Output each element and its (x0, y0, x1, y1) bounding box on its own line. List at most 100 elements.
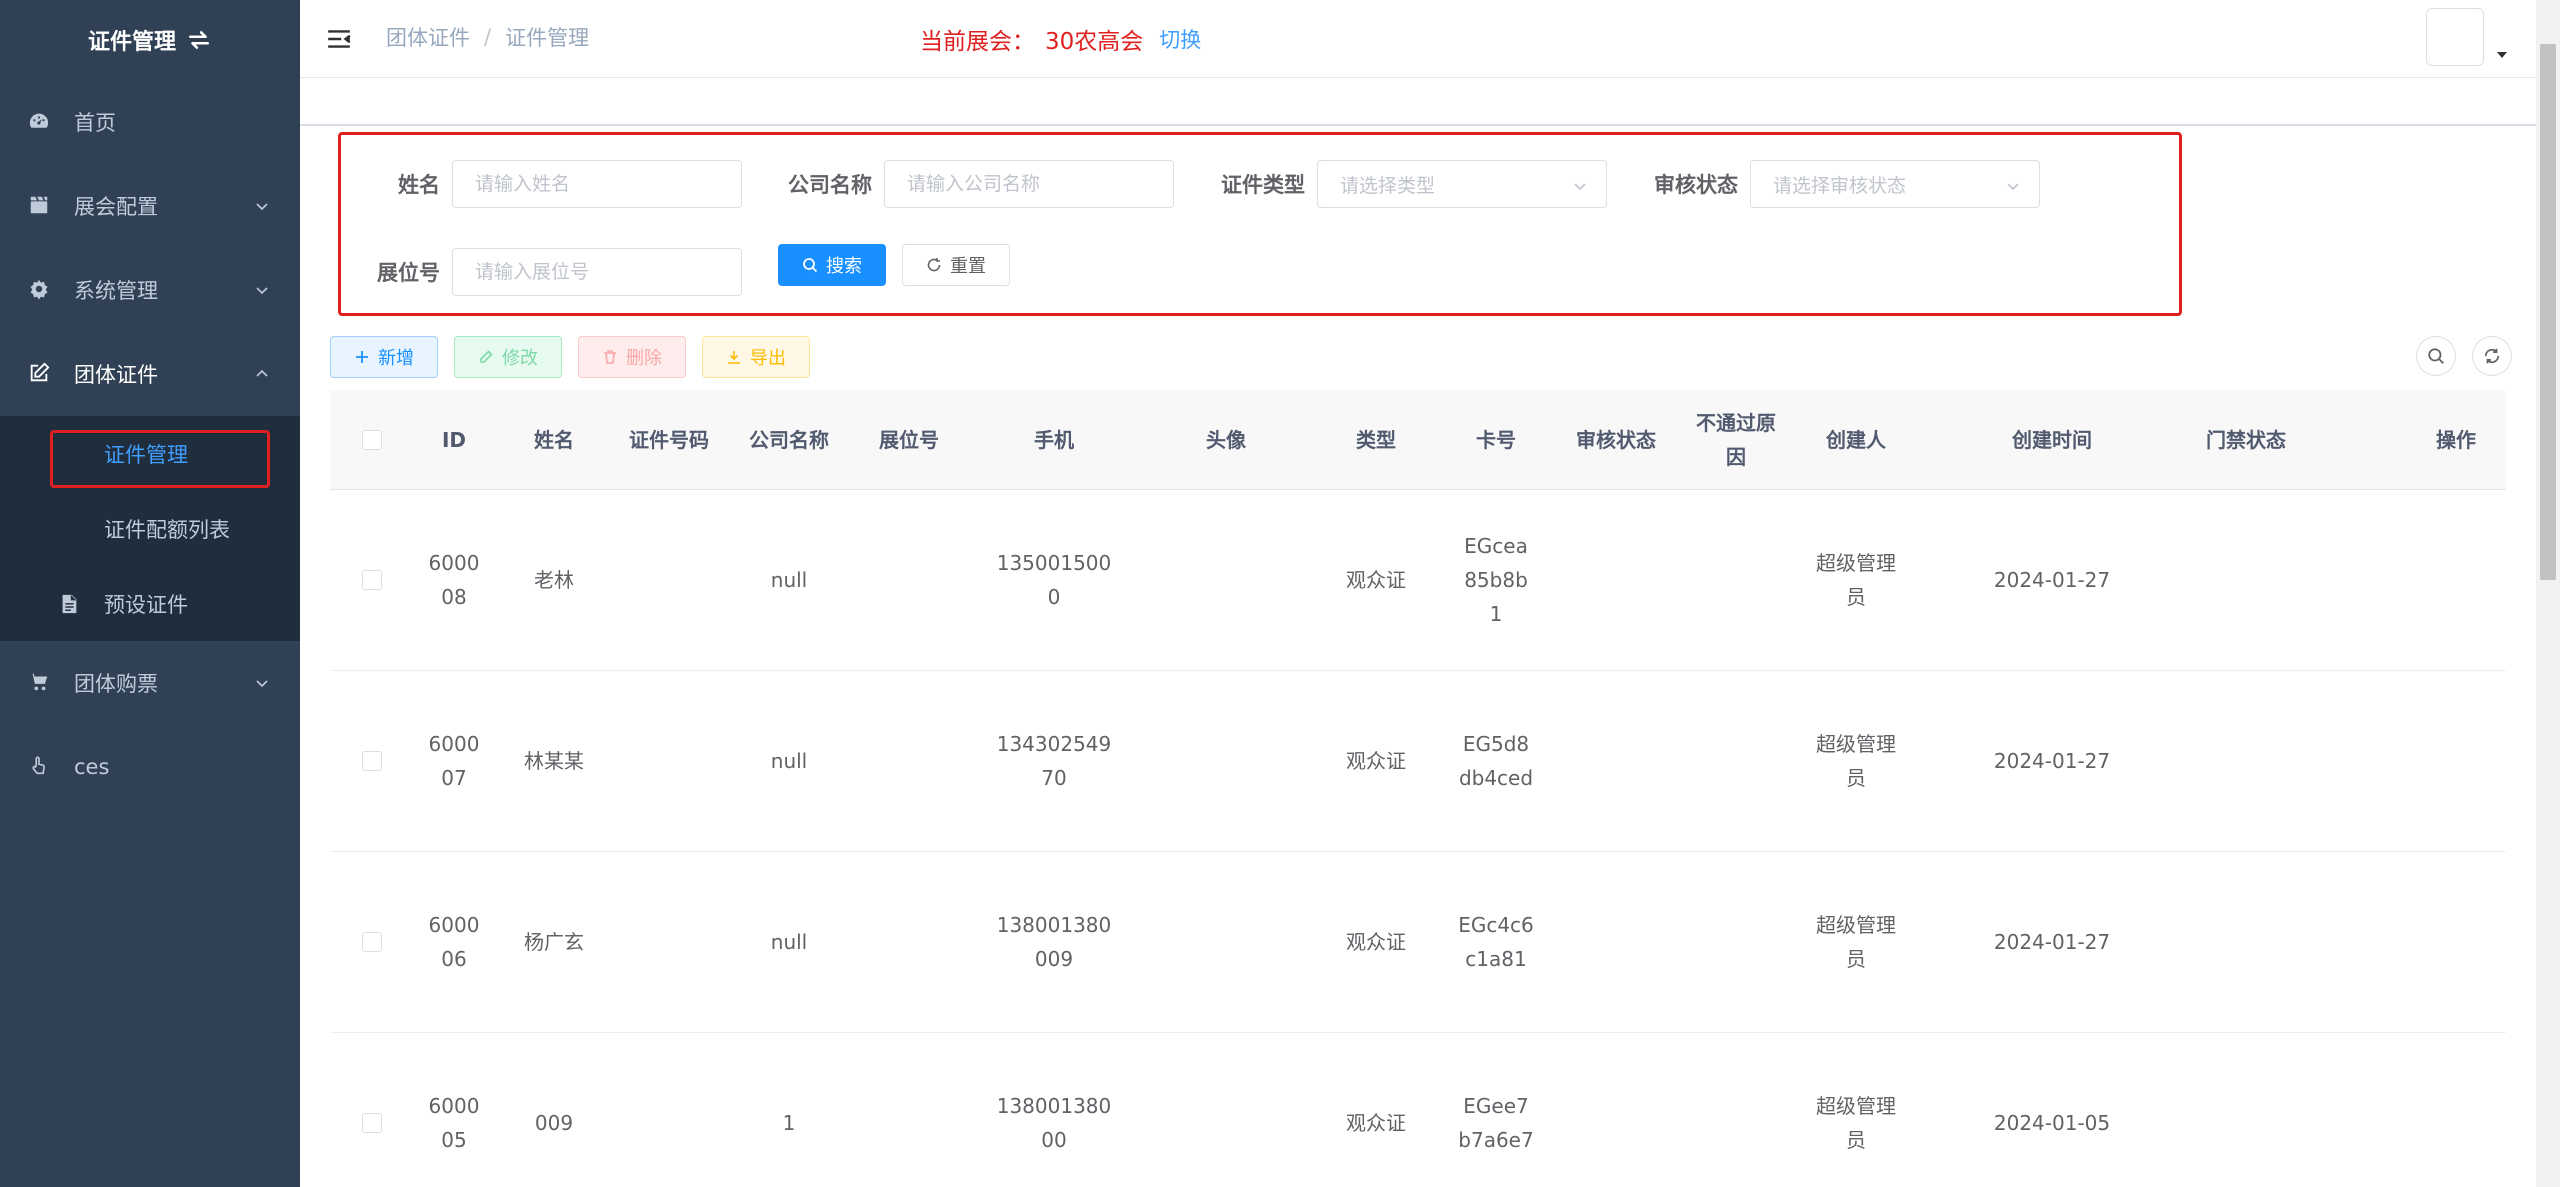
column-header: 审核状态 (1576, 427, 1656, 452)
row-checkbox[interactable] (362, 751, 382, 771)
add-button-label: 新增 (378, 348, 414, 369)
scrollbar-thumb[interactable] (2540, 44, 2556, 580)
cell-creator: 超级管理员 (1816, 913, 1896, 971)
reset-button[interactable]: 重置 (902, 244, 1010, 286)
column-header: 证件号码 (629, 427, 709, 452)
edit-button-label: 修改 (502, 348, 538, 369)
audit-status-select[interactable]: 请选择审核状态 (1750, 160, 2040, 208)
search-button[interactable]: 搜索 (778, 244, 886, 286)
breadcrumb-item[interactable]: 团体证件 (386, 22, 470, 52)
column-header: 不通过原因 (1696, 410, 1776, 469)
sidebar-subitem-label: 证件配额列表 (104, 517, 230, 542)
chevron-down-icon (256, 287, 268, 295)
cell-name: 林某某 (524, 749, 584, 773)
cell-name: 老林 (534, 568, 574, 592)
dashboard-icon (28, 110, 52, 134)
sidebar-item-group-cert[interactable]: 团体证件 (0, 332, 300, 416)
clapper-icon (28, 194, 52, 218)
sidebar-subitem-cert-quota[interactable]: 证件配额列表 (0, 491, 300, 566)
cell-type: 观众证 (1346, 1111, 1406, 1135)
column-header: 展位号 (879, 427, 939, 452)
hand-pointer-icon (28, 755, 52, 779)
cert-type-select[interactable]: 请选择类型 (1317, 160, 1607, 208)
refresh-button[interactable] (2472, 336, 2512, 376)
chevron-up-icon (256, 369, 268, 377)
tags-view-bar (300, 78, 2536, 126)
cell-card-no: EGcea85b8b1 (1464, 534, 1528, 626)
sidebar-logo: 证件管理 (0, 0, 300, 80)
chevron-down-icon (1574, 183, 1586, 191)
table-row: 600005 009 1 13800138000 观众证 EGee7b7a6e7… (330, 1033, 2506, 1187)
plus-icon (356, 351, 368, 363)
sidebar-item-system[interactable]: 系统管理 (0, 248, 300, 332)
sidebar-subitem-cert-manage[interactable]: 证件管理 (0, 416, 300, 491)
cert-type-label: 证件类型 (1221, 173, 1305, 197)
app-root: 证件管理 首页 展会配置 系统管理 团体证件 证件管理 证件配额列表 预设证件 … (0, 0, 2560, 1187)
name-label: 姓名 (398, 173, 440, 197)
sidebar-item-group-ticket[interactable]: 团体购票 (0, 641, 300, 725)
shopping-cart-icon (28, 671, 52, 695)
cell-creator: 超级管理员 (1816, 732, 1896, 790)
current-expo-value: 30农高会 (1045, 29, 1144, 55)
delete-button[interactable]: 删除 (578, 336, 686, 378)
cert-table: ID 姓名 证件号码 公司名称 展位号 手机 头像 类型 卡号 审核状态 不通过… (330, 390, 2506, 1187)
toggle-search-button[interactable] (2416, 336, 2456, 376)
table-header: ID 姓名 证件号码 公司名称 展位号 手机 头像 类型 卡号 审核状态 不通过… (330, 390, 2506, 490)
row-checkbox[interactable] (362, 932, 382, 952)
refresh-icon (927, 258, 941, 272)
export-button[interactable]: 导出 (702, 336, 810, 378)
column-header: 姓名 (534, 427, 574, 452)
column-header: 创建时间 (2012, 427, 2092, 452)
table-row: 600007 林某某 null 13430254970 观众证 EG5d8db4… (330, 671, 2506, 852)
sidebar-item-label: 团体购票 (74, 672, 158, 696)
edit-button[interactable]: 修改 (454, 336, 562, 378)
edit-icon (28, 362, 52, 386)
company-input[interactable] (884, 160, 1174, 208)
switch-icon[interactable] (186, 27, 212, 53)
sidebar-item-expo-config[interactable]: 展会配置 (0, 164, 300, 248)
search-icon (803, 258, 818, 273)
search-icon (2428, 348, 2444, 364)
cell-type: 观众证 (1346, 930, 1406, 954)
form-item-company: 公司名称 (780, 160, 1174, 208)
reset-button-label: 重置 (950, 256, 986, 277)
cell-created-time: 2024-01-27 (1993, 568, 2111, 592)
sidebar-subitem-preset-cert[interactable]: 预设证件 (0, 566, 300, 641)
cell-phone: 13800138000 (996, 1094, 1112, 1152)
main-content: 姓名 公司名称 证件类型 请选择类型 审核状态 请选择审核状态 展位号 (300, 126, 2536, 1187)
switch-expo-link[interactable]: 切换 (1159, 24, 1201, 54)
cell-name: 杨广玄 (524, 930, 584, 954)
cell-created-time: 2024-01-27 (1993, 749, 2111, 773)
trash-icon (604, 350, 616, 364)
column-header: 类型 (1356, 427, 1396, 452)
sidebar-item-home[interactable]: 首页 (0, 80, 300, 164)
form-item-audit-status: 审核状态 请选择审核状态 (1646, 160, 2040, 208)
caret-down-icon[interactable] (2496, 50, 2508, 60)
breadcrumb-item: 证件管理 (505, 26, 590, 50)
name-input[interactable] (452, 160, 742, 208)
column-header: ID (441, 427, 467, 452)
add-button[interactable]: 新增 (330, 336, 438, 378)
cell-name: 009 (534, 1111, 574, 1135)
page-scrollbar[interactable] (2536, 0, 2560, 1187)
row-checkbox[interactable] (362, 1113, 382, 1133)
refresh-icon (2484, 348, 2500, 364)
delete-button-label: 删除 (626, 348, 662, 369)
column-header: 创建人 (1826, 427, 1886, 452)
gear-icon (28, 278, 52, 302)
cell-id: 600005 (428, 1094, 480, 1152)
sidebar-item-ces[interactable]: ces (0, 725, 300, 809)
hamburger-icon[interactable] (326, 26, 352, 52)
chevron-down-icon (256, 680, 268, 688)
search-button-label: 搜索 (826, 256, 862, 277)
form-item-booth: 展位号 (366, 248, 742, 296)
booth-input[interactable] (452, 248, 742, 296)
download-icon (728, 351, 740, 364)
avatar[interactable] (2426, 8, 2484, 66)
column-header: 头像 (1206, 427, 1246, 452)
cell-card-no: EGee7b7a6e7 (1458, 1094, 1534, 1152)
row-checkbox[interactable] (362, 570, 382, 590)
cell-creator: 超级管理员 (1816, 1094, 1896, 1152)
select-all-checkbox[interactable] (362, 429, 382, 450)
cert-type-placeholder: 请选择类型 (1340, 174, 1436, 197)
